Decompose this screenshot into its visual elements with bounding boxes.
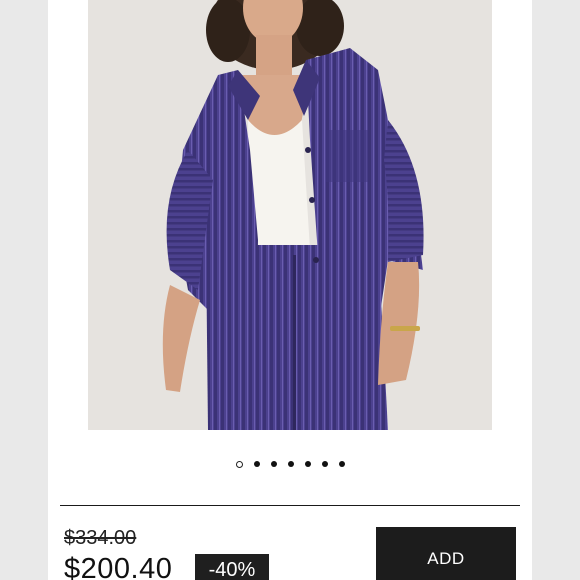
add-to-cart-button[interactable]: ADD: [376, 527, 516, 580]
original-price: $334.00: [64, 527, 137, 549]
product-card: $334.00 $200.40 -40% ADD: [48, 0, 532, 580]
product-image[interactable]: [88, 0, 492, 430]
product-photo-illustration: [88, 0, 492, 430]
discount-badge: -40%: [195, 554, 269, 580]
carousel-dot-2[interactable]: [253, 461, 260, 467]
carousel-dot-4[interactable]: [287, 461, 294, 467]
carousel-dot-1[interactable]: [235, 460, 243, 468]
image-carousel-indicator[interactable]: [48, 459, 532, 469]
carousel-dot-3[interactable]: [270, 461, 277, 467]
divider: [60, 505, 520, 506]
carousel-dot-5[interactable]: [304, 461, 311, 467]
carousel-dot-7[interactable]: [338, 461, 345, 467]
carousel-dot-6[interactable]: [321, 461, 328, 467]
sale-price: $200.40: [64, 553, 173, 580]
